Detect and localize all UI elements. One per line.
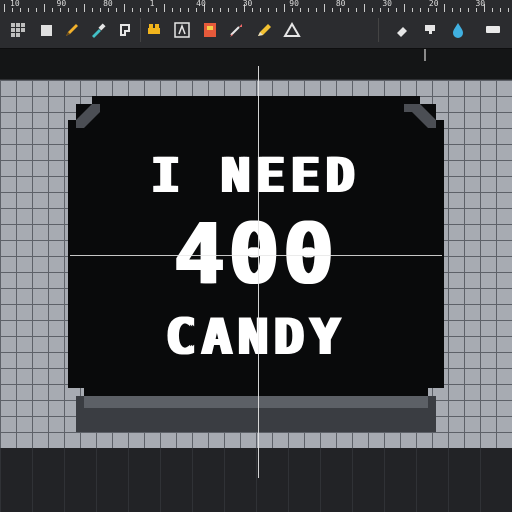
ruler-label: 30 <box>242 0 253 8</box>
eyedropper-icon[interactable] <box>88 20 108 40</box>
ruler-tick <box>284 4 285 12</box>
ruler-tick <box>4 4 5 12</box>
sign-text-line-1: I NEED <box>151 148 361 204</box>
horizontal-guide[interactable] <box>70 255 442 256</box>
ruler-label: 1 <box>149 0 155 8</box>
triangle-icon[interactable] <box>282 20 302 40</box>
brush-icon[interactable] <box>226 20 246 40</box>
ruler-tick <box>84 4 85 12</box>
vertical-guide[interactable] <box>258 66 259 478</box>
ruler-label: 80 <box>335 0 346 8</box>
color-swatch-icon[interactable] <box>200 20 220 40</box>
ruler-tick <box>404 4 405 12</box>
sign-text-line-3: CANDY <box>165 308 347 366</box>
collapse-icon[interactable] <box>486 26 500 33</box>
ruler-label: 80 <box>103 0 113 8</box>
ruler-tick <box>324 4 325 12</box>
layer-strip <box>0 49 512 80</box>
sign-text-line-2: 400 <box>174 205 338 303</box>
bucket-icon[interactable] <box>144 20 164 40</box>
ruler-label: 90 <box>56 0 67 8</box>
guide-marker[interactable] <box>424 49 426 61</box>
ruler-label: 90 <box>289 0 299 8</box>
timeline-strip <box>0 448 512 512</box>
ruler-label: 30 <box>475 0 486 8</box>
lasso-icon[interactable] <box>116 20 136 40</box>
ruler-label: 40 <box>196 0 206 8</box>
ruler-label: 10 <box>10 0 20 8</box>
ruler-tick <box>364 4 365 12</box>
stamp-icon[interactable] <box>420 20 440 40</box>
eraser-icon[interactable] <box>392 20 412 40</box>
water-drop-icon[interactable] <box>448 20 468 40</box>
ruler-tick <box>124 4 125 12</box>
square-icon[interactable] <box>36 20 56 40</box>
ruler-tick <box>444 4 445 12</box>
grid-icon[interactable] <box>8 20 28 40</box>
sign-rim <box>84 396 428 408</box>
ruler-tick <box>164 4 165 12</box>
pen-icon[interactable] <box>62 20 82 40</box>
text-tool-icon[interactable] <box>172 20 192 40</box>
ruler-tick <box>44 4 45 12</box>
toolbar <box>0 12 512 49</box>
ruler-label: 30 <box>382 0 392 8</box>
ruler-label: 20 <box>428 0 439 8</box>
pencil-icon[interactable] <box>254 20 274 40</box>
